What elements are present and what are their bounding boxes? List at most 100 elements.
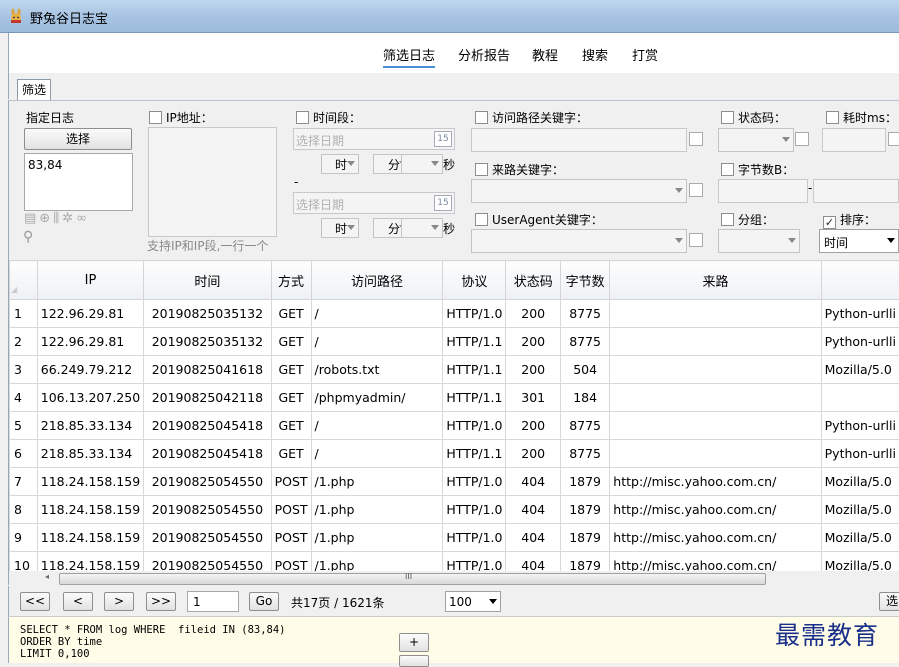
- path-option-checkbox[interactable]: [689, 132, 703, 146]
- settings-icon[interactable]: ✲: [62, 211, 76, 226]
- search-icon[interactable]: ⚲: [23, 229, 33, 245]
- table-row[interactable]: 5218.85.33.13420190825045418GET/HTTP/1.0…: [10, 412, 899, 440]
- column-header-rownum: ◢: [10, 261, 38, 300]
- start-calendar-icon[interactable]: 15: [434, 131, 452, 147]
- prev-page-button[interactable]: <: [63, 592, 93, 611]
- menu-search[interactable]: 搜索: [582, 45, 608, 64]
- link-icon[interactable]: ∞: [76, 211, 90, 226]
- last-page-button[interactable]: >>: [146, 592, 176, 611]
- cell-protocol: HTTP/1.0: [443, 412, 506, 440]
- page-number-input[interactable]: 1: [187, 591, 239, 612]
- sql-query-text[interactable]: SELECT * FROM log WHERE fileid IN (83,84…: [20, 624, 286, 660]
- referer-checkbox[interactable]: [475, 163, 488, 176]
- status-checkbox[interactable]: [721, 111, 734, 124]
- cell-protocol: HTTP/1.0: [443, 468, 506, 496]
- scrollbar-thumb[interactable]: III: [59, 573, 766, 585]
- sort-checkbox[interactable]: [823, 216, 836, 229]
- next-page-button[interactable]: >: [104, 592, 134, 611]
- referer-option-checkbox[interactable]: [689, 183, 703, 197]
- page-size-select[interactable]: 100: [445, 591, 501, 612]
- main-menu: 筛选日志 分析报告 教程 搜索 打赏: [8, 33, 899, 73]
- bytes-checkbox[interactable]: [721, 163, 734, 176]
- table-row[interactable]: 4106.13.207.25020190825042118GET/phpmyad…: [10, 384, 899, 412]
- useragent-option-checkbox[interactable]: [689, 233, 703, 247]
- status-option-checkbox[interactable]: [795, 132, 809, 146]
- status-code-select[interactable]: [718, 128, 794, 152]
- select-log-button[interactable]: 选择: [24, 128, 132, 150]
- path-label-text: 访问路径关键字：: [492, 111, 588, 125]
- time-filter-label: 时间段：: [296, 109, 361, 126]
- horizontal-scrollbar[interactable]: ◂ III: [8, 571, 899, 585]
- add-icon[interactable]: ⊕: [39, 211, 53, 226]
- elapsed-input[interactable]: [822, 128, 886, 152]
- menu-tutorial[interactable]: 教程: [532, 45, 558, 64]
- path-keyword-input[interactable]: [471, 128, 687, 152]
- elapsed-checkbox[interactable]: [826, 111, 839, 124]
- calendar-icon[interactable]: ▤: [24, 211, 39, 226]
- log-tool-icons: ▤⊕⫼✲∞: [24, 211, 134, 229]
- log-list[interactable]: 83,84: [24, 153, 133, 211]
- path-checkbox[interactable]: [475, 111, 488, 124]
- table-row[interactable]: 366.249.79.21220190825041618GET/robots.t…: [10, 356, 899, 384]
- scroll-left-icon[interactable]: ◂: [45, 572, 49, 581]
- cell-ip: 118.24.158.159: [37, 468, 143, 496]
- column-header-status[interactable]: 状态码: [506, 261, 560, 300]
- elapsed-option-checkbox[interactable]: [888, 132, 899, 146]
- column-header-time[interactable]: 时间: [144, 261, 271, 300]
- cell-status: 200: [506, 328, 560, 356]
- column-header-protocol[interactable]: 协议: [443, 261, 506, 300]
- start-second-select[interactable]: [401, 154, 443, 174]
- sort-filter-label: 排序：: [823, 211, 876, 229]
- ip-checkbox[interactable]: [149, 111, 162, 124]
- cell-method: POST: [271, 468, 311, 496]
- cell-method: POST: [271, 496, 311, 524]
- right-action-button[interactable]: 选: [879, 592, 899, 611]
- column-header-referer[interactable]: 来路: [610, 261, 821, 300]
- cell-useragent: Mozilla/5.0: [821, 496, 899, 524]
- table-row[interactable]: 2122.96.29.8120190825035132GET/HTTP/1.12…: [10, 328, 899, 356]
- menu-filter-log[interactable]: 筛选日志: [383, 45, 435, 68]
- time-checkbox[interactable]: [296, 111, 309, 124]
- column-header-useragent[interactable]: [821, 261, 899, 300]
- group-select[interactable]: [718, 229, 800, 253]
- end-hour-label: 时: [335, 220, 347, 237]
- cell-protocol: HTTP/1.1: [443, 356, 506, 384]
- group-checkbox[interactable]: [721, 213, 734, 226]
- tab-filter[interactable]: 筛选: [17, 79, 51, 100]
- chart-icon[interactable]: ⫼: [53, 211, 62, 226]
- cell-path: /robots.txt: [311, 356, 443, 384]
- useragent-keyword-select[interactable]: [471, 229, 687, 253]
- status-filter-label: 状态码：: [721, 109, 786, 126]
- column-header-ip[interactable]: IP: [37, 261, 143, 300]
- table-row[interactable]: 7118.24.158.15920190825054550POST/1.phpH…: [10, 468, 899, 496]
- ip-textarea[interactable]: [148, 127, 277, 237]
- column-header-method[interactable]: 方式: [271, 261, 311, 300]
- referer-keyword-select[interactable]: [471, 179, 687, 203]
- cell-bytes: 1879: [560, 524, 609, 552]
- table-row[interactable]: 9118.24.158.15920190825054550POST/1.phpH…: [10, 524, 899, 552]
- table-row[interactable]: 1122.96.29.8120190825035132GET/HTTP/1.02…: [10, 300, 899, 328]
- column-header-bytes[interactable]: 字节数: [560, 261, 609, 300]
- bytes-min-input[interactable]: [718, 179, 808, 203]
- end-calendar-icon[interactable]: 15: [434, 195, 452, 211]
- table-row[interactable]: 6218.85.33.13420190825045418GET/HTTP/1.1…: [10, 440, 899, 468]
- sort-select[interactable]: 时间: [819, 229, 899, 253]
- end-second-select[interactable]: [401, 218, 443, 238]
- menu-analysis-report[interactable]: 分析报告: [458, 45, 510, 64]
- column-header-path[interactable]: 访问路径: [311, 261, 443, 300]
- end-date-placeholder: 选择日期: [296, 196, 344, 213]
- add-button[interactable]: +: [399, 633, 429, 652]
- secondary-button[interactable]: [399, 655, 429, 667]
- go-button[interactable]: Go: [249, 592, 279, 611]
- cell-time: 20190825035132: [144, 300, 271, 328]
- first-page-button[interactable]: <<: [20, 592, 50, 611]
- cell-bytes: 1879: [560, 496, 609, 524]
- table-rows: 1122.96.29.8120190825035132GET/HTTP/1.02…: [10, 300, 899, 580]
- useragent-checkbox[interactable]: [475, 213, 488, 226]
- start-date-input[interactable]: 选择日期 15: [293, 128, 455, 150]
- end-date-input[interactable]: 选择日期 15: [293, 192, 455, 214]
- bytes-max-input[interactable]: [813, 179, 899, 203]
- table-row[interactable]: 8118.24.158.15920190825054550POST/1.phpH…: [10, 496, 899, 524]
- menu-donate[interactable]: 打赏: [632, 45, 658, 64]
- referer-label-text: 来路关键字：: [492, 163, 564, 177]
